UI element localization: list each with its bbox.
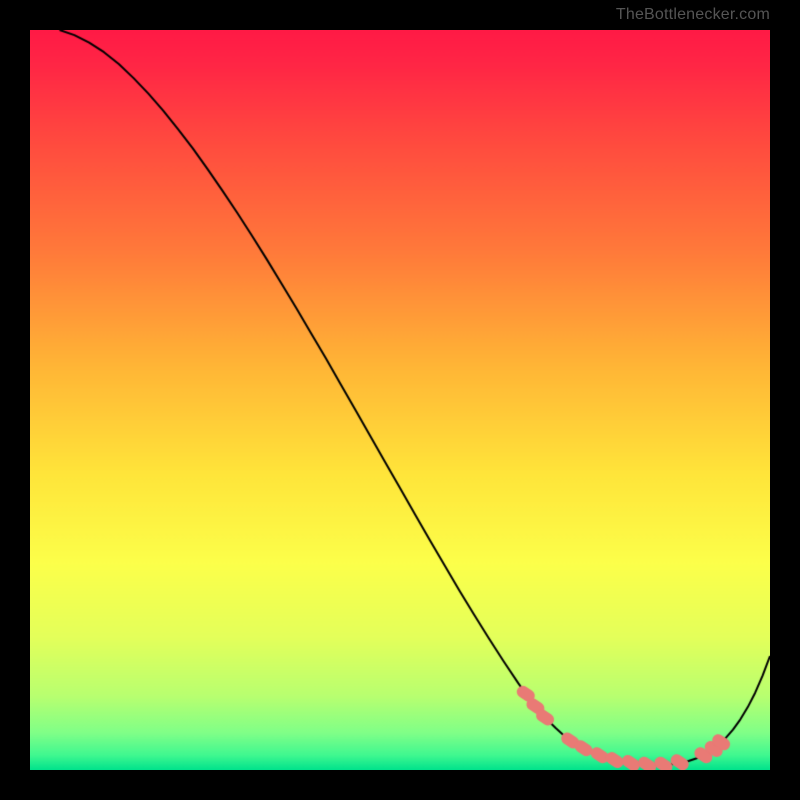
attribution-label: TheBottlenecker.com	[616, 6, 770, 24]
chart-root: TheBottlenecker.com	[0, 0, 800, 800]
bottleneck-chart	[30, 30, 770, 770]
